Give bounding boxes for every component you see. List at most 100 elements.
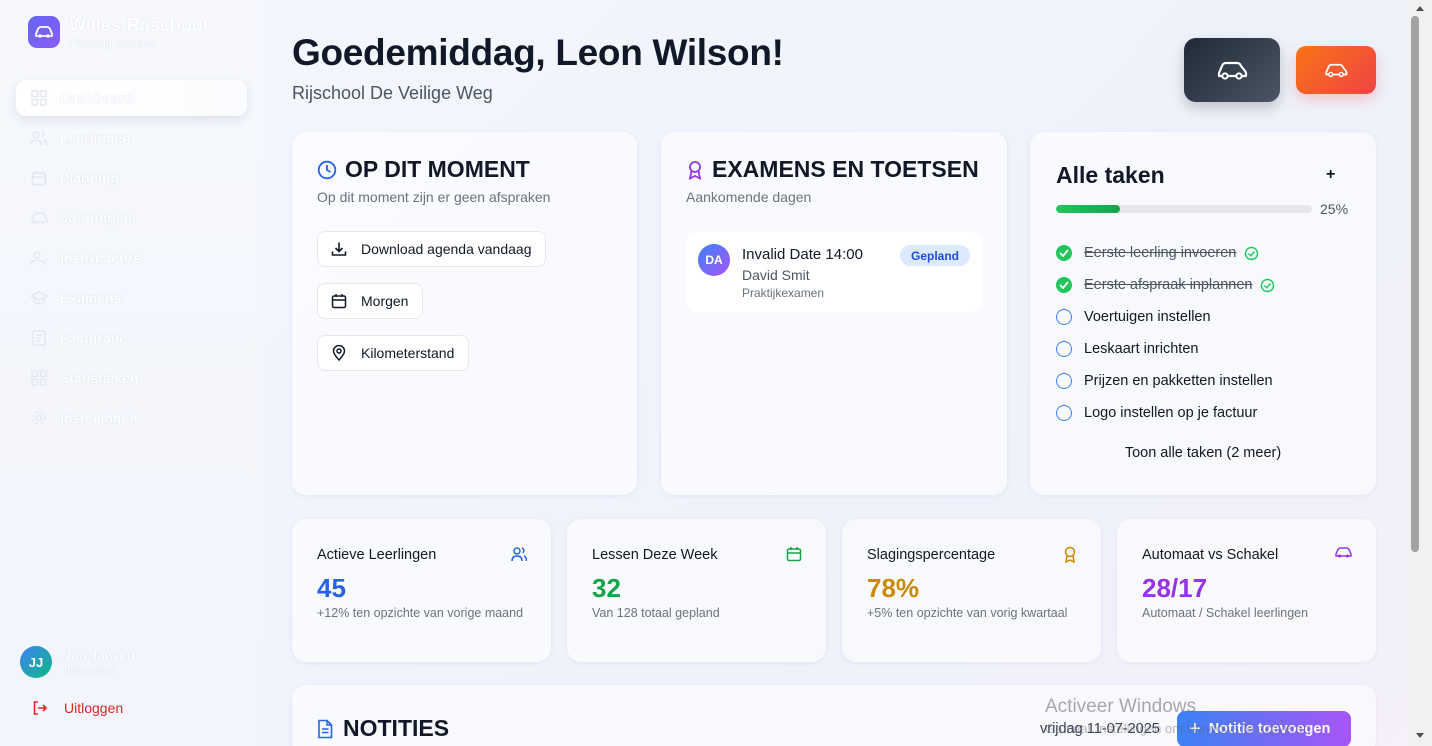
exam-type: Praktijkexamen [742,286,825,300]
clock-icon [317,160,337,180]
windows-activation-hint: Ga naar Instellingen om Windows te activ… [1045,721,1314,736]
check-icon [1260,278,1275,293]
brand-subtitle: Planning Systeem [69,38,158,50]
brand-name: Willes-Rijschool [69,15,208,35]
task-item[interactable]: Voertuigen instellen [1056,309,1211,325]
task-item[interactable]: Leskaart inrichten [1056,341,1198,357]
task-label: Eerste leerling invoeren [1084,245,1237,261]
notes-title-text: NOTITIES [343,715,450,741]
sidebar-item-label: Instellingen [60,410,138,426]
sidebar-item-label: Dashboard [60,90,134,106]
windows-activation-watermark: Activeer Windows [1045,696,1196,717]
users-icon [511,546,527,562]
graduation-cap-icon [30,289,48,307]
car-icon [1334,546,1352,559]
circle-icon[interactable] [1056,309,1072,325]
vehicle-dark-button[interactable] [1184,38,1280,102]
sidebar-item-leerlingen[interactable]: Leerlingen [16,120,247,156]
sidebar-item-label: Voertuigen [60,210,133,226]
scroll-thumb[interactable] [1411,16,1419,552]
award-icon [1063,546,1077,563]
exams-subtitle: Aankomende dagen [686,189,812,205]
sidebar-item-facturatie[interactable]: Facturatie [16,320,247,356]
calendar-icon [30,169,48,187]
sidebar-item-label: Instructeurs [60,250,141,266]
now-title: OP DIT MOMENT [317,156,530,183]
show-all-tasks-link[interactable]: Toon alle taken (2 meer) [1030,445,1376,461]
scroll-up-arrow-icon[interactable] [1416,6,1424,11]
exam-date: Invalid Date 14:00 [742,246,863,263]
stat-card-auto-manual: Automaat vs Schakel 28/17 Automaat / Sch… [1117,519,1376,662]
stat-note: Van 128 totaal gepland [592,606,720,620]
brand[interactable]: Willes-Rijschool Planning Systeem [28,16,208,50]
stat-value: 45 [317,573,346,603]
sidebar: Willes-Rijschool Planning Systeem Dashbo… [0,0,262,746]
sidebar-item-label: Examens [60,290,122,306]
circle-icon[interactable] [1056,341,1072,357]
user-role: Instructeur [64,664,116,677]
car-icon [1216,60,1248,80]
scroll-down-arrow-icon[interactable] [1416,733,1424,738]
sidebar-item-label: Planning [60,170,120,186]
exams-title-text: EXAMENS EN TOETSEN [712,156,979,182]
logout-icon [32,700,48,716]
avatar: DA [698,244,730,276]
stat-value: 78% [867,573,920,603]
exams-card: EXAMENS EN TOETSEN Aankomende dagen DA I… [661,132,1007,495]
task-item[interactable]: Prijzen en pakketten instellen [1056,373,1273,389]
stat-title: Lessen Deze Week [592,547,718,563]
task-item[interactable]: Eerste afspraak inplannen [1056,277,1275,293]
grid-icon [30,89,48,107]
sidebar-item-dashboard[interactable]: Dashboard [16,80,247,116]
stat-value: 32 [592,573,621,603]
notes-card: NOTITIES vrijdag 11-07-2025 + Notitie to… [292,685,1376,746]
sidebar-item-label: Statistieken [60,370,139,386]
logout-button[interactable]: Uitloggen [32,700,123,716]
sidebar-item-instellingen[interactable]: Instellingen [16,400,247,436]
car-icon [30,209,48,227]
user-check-icon [30,249,48,267]
stat-note: +12% ten opzichte van vorige maand [317,606,524,620]
exams-title: EXAMENS EN TOETSEN [686,156,979,183]
download-icon [331,241,347,257]
sidebar-item-voertuigen[interactable]: Voertuigen [16,200,247,236]
task-item[interactable]: Eerste leerling invoeren [1056,245,1259,261]
task-label: Eerste afspraak inplannen [1084,277,1253,293]
stat-note: +5% ten opzichte van vorig kwartaal [867,606,1068,620]
circle-icon[interactable] [1056,405,1072,421]
download-agenda-button[interactable]: Download agenda vandaag [317,231,547,267]
add-task-button[interactable]: + [1326,166,1335,184]
now-subtitle: Op dit moment zijn er geen afspraken [317,189,551,205]
mileage-button[interactable]: Kilometerstand [317,335,470,371]
user-name: Jan Jansen [64,647,135,663]
download-agenda-label: Download agenda vandaag [361,241,532,257]
task-item[interactable]: Logo instellen op je factuur [1056,405,1257,421]
user-profile[interactable]: JJ Jan Jansen Instructeur [20,646,135,678]
stat-card-pass-rate: Slagingspercentage 78% +5% ten opzichte … [842,519,1101,662]
check-icon [1244,246,1259,261]
vertical-scrollbar[interactable] [1408,0,1432,746]
exam-item[interactable]: DA Invalid Date 14:00 David Smit Praktij… [686,232,982,312]
gear-icon [30,409,48,427]
sidebar-item-examens[interactable]: Examens [16,280,247,316]
circle-icon[interactable] [1056,373,1072,389]
map-pin-icon [331,345,347,361]
now-card: OP DIT MOMENT Op dit moment zijn er geen… [292,132,637,495]
tomorrow-button[interactable]: Morgen [317,283,424,319]
receipt-icon [30,329,48,347]
vehicle-orange-button[interactable] [1296,46,1376,94]
task-label: Prijzen en pakketten instellen [1084,373,1273,389]
sidebar-item-label: Leerlingen [60,130,131,146]
tasks-progress-bar [1056,205,1312,213]
sidebar-item-statistieken[interactable]: Statistieken [16,360,247,396]
chart-grid-icon [30,369,48,387]
check-circle-icon[interactable] [1056,245,1072,261]
stat-value: 28/17 [1142,573,1208,603]
stat-title: Automaat vs Schakel [1142,547,1279,563]
sidebar-item-instructeurs[interactable]: Instructeurs [16,240,247,276]
task-label: Voertuigen instellen [1084,309,1211,325]
check-circle-icon[interactable] [1056,277,1072,293]
users-icon [30,129,48,147]
notes-title: NOTITIES [317,715,449,742]
sidebar-item-planning[interactable]: Planning [16,160,247,196]
